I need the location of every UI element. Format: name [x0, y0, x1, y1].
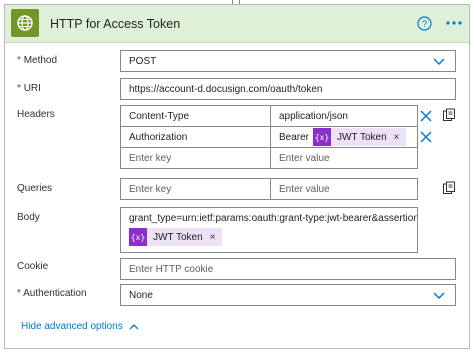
- chevron-down-icon: [433, 58, 445, 66]
- queries-label: Queries: [17, 183, 53, 194]
- header-key-input[interactable]: Authorization: [120, 126, 271, 148]
- method-label: * Method: [17, 55, 57, 66]
- uri-label-text: URI: [23, 83, 41, 94]
- help-icon[interactable]: ?: [417, 16, 432, 31]
- method-label-text: Method: [23, 55, 58, 66]
- body-text: grant_type=urn:ietf:params:oauth:grant-t…: [129, 213, 418, 224]
- header-value-input[interactable]: Bearer {x} JWT Token ×: [270, 126, 418, 148]
- more-options-icon[interactable]: [445, 20, 463, 26]
- uri-value: https://account-d.docusign.com/oauth/tok…: [129, 83, 323, 95]
- header-key-input[interactable]: Enter key: [120, 147, 271, 169]
- delete-row-icon[interactable]: [419, 130, 433, 144]
- svg-text:?: ?: [422, 19, 427, 29]
- authentication-label: * Authentication: [17, 288, 87, 299]
- body-input[interactable]: grant_type=urn:ietf:params:oauth:grant-t…: [120, 207, 418, 253]
- hide-advanced-options-link[interactable]: Hide advanced options: [21, 321, 139, 332]
- expression-icon: {x}: [313, 128, 332, 146]
- switch-to-text-mode-icon[interactable]: [442, 108, 456, 122]
- body-label: Body: [17, 212, 40, 223]
- authentication-value: None: [129, 289, 153, 301]
- header-value-input[interactable]: Enter value: [270, 147, 418, 169]
- action-title[interactable]: HTTP for Access Token: [50, 17, 180, 31]
- header-key-value: Authorization: [129, 131, 188, 143]
- globe-icon: [11, 9, 39, 37]
- key-placeholder: Enter key: [129, 152, 172, 164]
- switch-to-text-mode-icon[interactable]: [442, 181, 456, 195]
- cookie-label: Cookie: [17, 261, 49, 272]
- key-placeholder: Enter key: [129, 183, 172, 195]
- advanced-toggle-label: Hide advanced options: [21, 321, 123, 332]
- uri-label: * URI: [17, 83, 41, 94]
- chevron-up-icon: [129, 324, 139, 330]
- remove-token-icon[interactable]: ×: [394, 132, 400, 143]
- header-value-value: application/json: [279, 110, 348, 122]
- method-value: POST: [129, 55, 157, 67]
- expression-icon: {x}: [129, 228, 147, 246]
- query-key-input[interactable]: Enter key: [120, 178, 271, 200]
- authentication-label-text: Authentication: [23, 288, 87, 299]
- required-marker: *: [17, 288, 21, 299]
- header-value-prefix: Bearer: [279, 131, 310, 143]
- dynamic-content-token[interactable]: {x} JWT Token ×: [313, 128, 406, 146]
- dynamic-content-token[interactable]: {x} JWT Token ×: [129, 228, 222, 246]
- query-value-input[interactable]: Enter value: [270, 178, 418, 200]
- header-value-input[interactable]: application/json: [270, 105, 418, 127]
- header-key-value: Content-Type: [129, 110, 190, 122]
- chevron-down-icon: [433, 292, 445, 300]
- delete-row-icon[interactable]: [419, 109, 433, 123]
- value-placeholder: Enter value: [279, 183, 330, 195]
- cookie-input[interactable]: Enter HTTP cookie: [120, 258, 456, 280]
- header-key-input[interactable]: Content-Type: [120, 105, 271, 127]
- authentication-select[interactable]: None: [120, 284, 456, 306]
- headers-label: Headers: [17, 109, 55, 120]
- remove-token-icon[interactable]: ×: [210, 232, 216, 243]
- token-label: JWT Token: [337, 131, 387, 143]
- required-marker: *: [17, 83, 21, 94]
- http-action-card: HTTP for Access Token ? * Method POST * …: [4, 4, 470, 349]
- method-select[interactable]: POST: [120, 50, 456, 72]
- card-header[interactable]: HTTP for Access Token ?: [5, 5, 469, 43]
- value-placeholder: Enter value: [279, 152, 330, 164]
- uri-input[interactable]: https://account-d.docusign.com/oauth/tok…: [120, 78, 456, 100]
- token-label: JWT Token: [153, 231, 203, 243]
- cookie-placeholder: Enter HTTP cookie: [129, 263, 214, 275]
- required-marker: *: [17, 55, 21, 66]
